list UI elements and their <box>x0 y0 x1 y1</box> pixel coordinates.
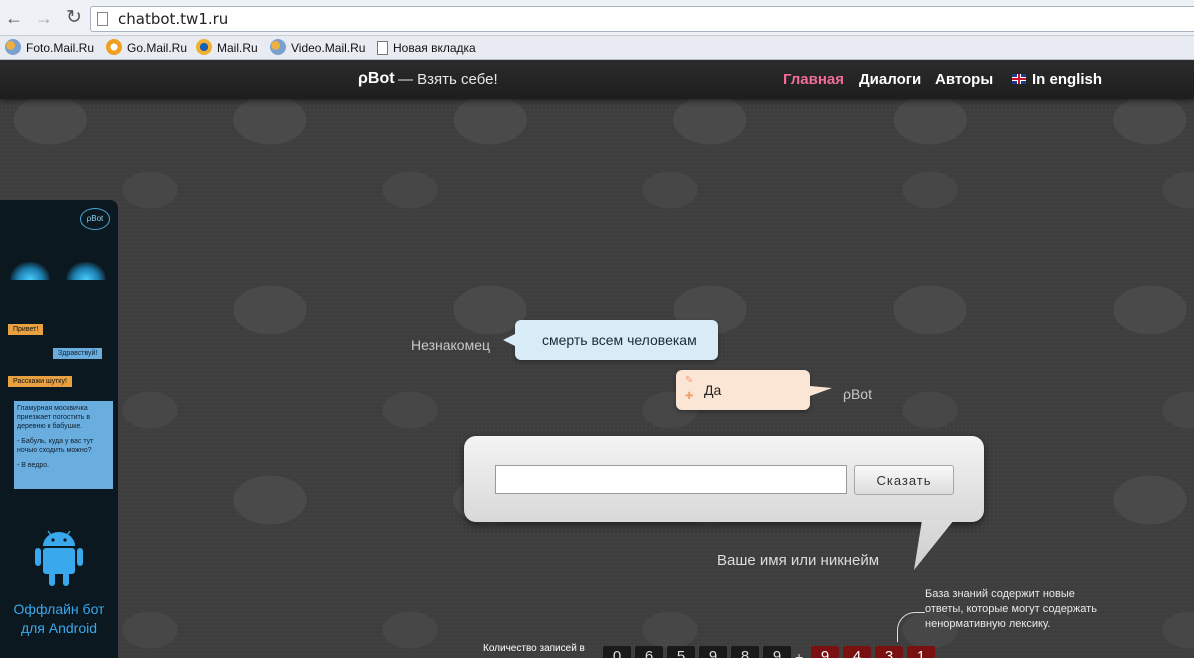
joke-line: - Бабуль, куда у вас тут ночью сходить м… <box>17 438 94 454</box>
at-icon <box>196 39 212 55</box>
ad-caption-line: для Android <box>20 620 98 636</box>
counter-plus: + <box>795 649 804 658</box>
records-counter: 0 6 5 9 8 9 +9 4 3 1 <box>603 646 939 658</box>
reload-icon[interactable]: ↻ <box>63 7 85 29</box>
bot-message-bubble: ✎ ✚ Да <box>676 370 832 410</box>
site-tagline: — Взять себе! <box>398 71 498 88</box>
joke-line: - В ведро. <box>17 462 50 469</box>
counter-digit: 8 <box>731 646 759 658</box>
nav-home[interactable]: Главная <box>783 71 844 88</box>
forward-arrow-icon[interactable]: → <box>33 7 55 29</box>
nav-authors[interactable]: Авторы <box>935 71 993 88</box>
ad-bubble-joke-request: Расскажи шутку! <box>8 376 72 387</box>
bot-eye-icon <box>66 262 106 280</box>
bookmark-label: Go.Mail.Ru <box>127 41 188 55</box>
back-arrow-icon[interactable]: ← <box>3 7 25 29</box>
site-header: ρBot — Взять себе! Главная Диалоги Автор… <box>0 60 1194 99</box>
counter-digit: 6 <box>635 646 663 658</box>
bookmarks-bar: Foto.Mail.Ru Go.Mail.Ru Mail.Ru Video.Ma… <box>0 36 1194 60</box>
knowledge-base-note: База знаний содержит новые ответы, котор… <box>925 588 1097 630</box>
new-counter-digit: 1 <box>907 646 935 658</box>
bookmark-label: Mail.Ru <box>217 41 258 55</box>
people-icon <box>5 39 21 55</box>
counter-digit: 9 <box>699 646 727 658</box>
bookmark-mail[interactable]: Mail.Ru <box>196 39 258 57</box>
bot-message-text: Да <box>704 382 722 398</box>
records-counter-label: Количество записей в <box>483 643 585 654</box>
bookmark-label: Foto.Mail.Ru <box>26 41 95 55</box>
bookmark-go-mail[interactable]: Go.Mail.Ru <box>106 39 187 57</box>
page-icon <box>97 12 108 26</box>
people-icon <box>270 39 286 55</box>
nav-dialogs[interactable]: Диалоги <box>859 71 921 88</box>
bot-eye-icon <box>10 262 50 280</box>
site-logo[interactable]: ρBot <box>358 70 395 88</box>
user-message-bubble: смерть всем человекам <box>503 320 718 360</box>
new-counter-digit: 9 <box>811 646 839 658</box>
new-counter-digit: 4 <box>843 646 871 658</box>
note-pointer <box>897 612 925 642</box>
counter-digit: 9 <box>763 646 791 658</box>
address-bar[interactable]: chatbot.tw1.ru <box>90 6 1194 32</box>
pencil-icon[interactable]: ✎ <box>685 375 693 386</box>
ad-caption: Оффлайн бот для Android <box>0 600 118 638</box>
nickname-hint[interactable]: Ваше имя или никнейм <box>717 552 879 569</box>
uk-flag-icon <box>1012 74 1026 84</box>
bookmark-label: Новая вкладка <box>393 41 476 55</box>
bookmark-video-mail[interactable]: Video.Mail.Ru <box>270 39 365 57</box>
site-background: ρBot — Взять себе! Главная Диалоги Автор… <box>0 60 1194 658</box>
address-url[interactable]: chatbot.tw1.ru <box>118 10 228 28</box>
user-message-text: смерть всем человекам <box>542 332 697 348</box>
counter-digit: 5 <box>667 646 695 658</box>
android-robot-icon <box>35 530 83 586</box>
plus-icon[interactable]: ✚ <box>685 391 693 402</box>
say-button[interactable]: Сказать <box>854 465 954 495</box>
counter-digit: 0 <box>603 646 631 658</box>
bot-speaker-name: ρBot <box>843 386 872 402</box>
android-ad-banner[interactable]: ρBot Привет! Здравствуй! Расскажи шутку!… <box>0 200 118 658</box>
ad-bubble-hello: Привет! <box>8 324 44 335</box>
nav-english[interactable]: In english <box>1012 71 1102 88</box>
joke-line: Гламурная москвичка приезжает погостить … <box>17 405 91 430</box>
ad-logo: ρBot <box>80 208 110 230</box>
ad-bubble-reply: Здравствуй! <box>53 348 103 359</box>
message-input[interactable] <box>495 465 847 494</box>
bookmark-foto-mail[interactable]: Foto.Mail.Ru <box>5 39 94 57</box>
message-form: Сказать <box>464 436 984 522</box>
ad-joke-text: Гламурная москвичка приезжает погостить … <box>14 401 113 489</box>
new-counter-digit: 3 <box>875 646 903 658</box>
bookmark-label: Video.Mail.Ru <box>291 41 366 55</box>
page-icon <box>377 41 388 55</box>
user-speaker-name: Незнакомец <box>411 337 491 353</box>
ad-caption-line: Оффлайн бот <box>13 601 105 617</box>
bookmark-new-tab[interactable]: Новая вкладка <box>377 39 476 57</box>
browser-toolbar: ← → ↻ chatbot.tw1.ru <box>0 0 1194 36</box>
nav-english-label: In english <box>1032 71 1103 88</box>
search-icon <box>106 39 122 55</box>
